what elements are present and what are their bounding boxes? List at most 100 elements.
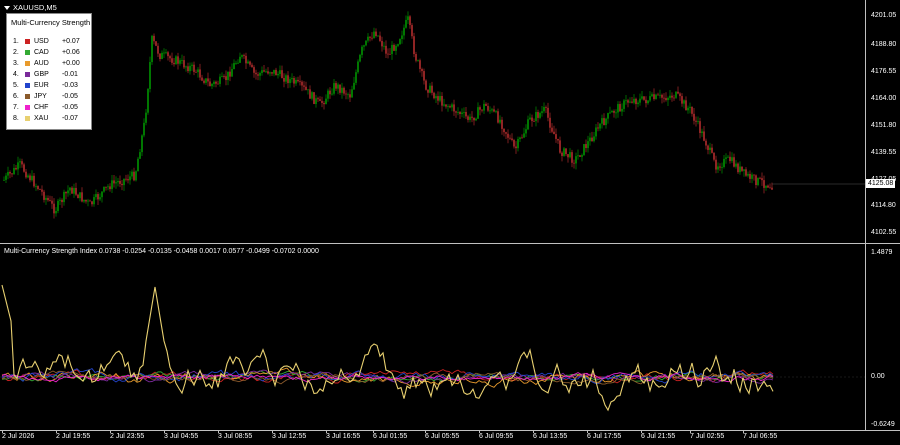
candle-body — [657, 94, 659, 96]
candle-body — [731, 157, 733, 162]
candle-body — [675, 91, 677, 98]
candle-body — [31, 175, 33, 181]
candle-body — [111, 180, 113, 190]
candle-body — [321, 100, 323, 103]
candle-body — [379, 35, 381, 41]
candle-body — [651, 94, 653, 97]
candle-body — [45, 197, 47, 200]
candle-body — [231, 69, 233, 77]
indicator-panel[interactable] — [0, 246, 865, 429]
candle-body — [709, 147, 711, 150]
candle-body — [613, 110, 615, 113]
legend-color-swatch — [25, 82, 30, 88]
candle-body — [199, 69, 201, 78]
candle-body — [407, 16, 409, 20]
candle-body — [593, 136, 595, 142]
candle-body — [519, 137, 521, 140]
candle-body — [571, 152, 573, 163]
candle-body — [117, 180, 119, 183]
candle-body — [621, 108, 623, 112]
time-label: 6 Jul 05:55 — [425, 433, 460, 440]
candle-body — [139, 152, 141, 159]
candle-body — [21, 161, 23, 165]
time-label: 3 Jul 12:55 — [272, 433, 307, 440]
candle-body — [15, 167, 17, 170]
candle-body — [223, 76, 225, 77]
time-label: 2 Jul 2026 — [2, 433, 35, 440]
candle-body — [767, 185, 769, 188]
candle-body — [475, 118, 477, 121]
candle-body — [93, 197, 95, 205]
candle-body — [751, 174, 753, 179]
candle-body — [487, 105, 489, 111]
candle-body — [673, 97, 675, 99]
candle-body — [585, 144, 587, 149]
candle-body — [283, 78, 285, 82]
candle-body — [441, 95, 443, 106]
currency-strength-legend[interactable]: Multi-Currency Strength 1. USD +0.07 2. CAD +… — [6, 13, 92, 130]
candle-body — [85, 199, 87, 202]
panel-separator[interactable] — [0, 243, 900, 244]
candle-body — [181, 60, 183, 61]
candle-body — [37, 186, 39, 190]
candle-body — [605, 118, 607, 126]
candle-body — [717, 166, 719, 170]
candle-body — [435, 96, 437, 99]
price-label: 4201.05 — [871, 12, 897, 19]
candle-body — [693, 113, 695, 121]
candle-body — [409, 16, 411, 26]
candle-body — [725, 157, 727, 159]
candle-body — [95, 194, 97, 198]
candle-body — [235, 62, 237, 64]
strength-line-xau — [1, 284, 774, 412]
candle-body — [501, 119, 503, 129]
legend-value: -0.07 — [62, 114, 78, 122]
legend-currency: CHF — [34, 103, 49, 111]
candle-body — [333, 83, 335, 94]
price-chart[interactable] — [0, 0, 865, 243]
candle-body — [215, 81, 217, 84]
candle-body — [647, 100, 649, 104]
candle-body — [503, 128, 505, 133]
candle-body — [211, 83, 213, 87]
symbol-label: XAUUSD,M5 — [13, 3, 57, 12]
candle-body — [755, 175, 757, 186]
candle-body — [671, 95, 673, 98]
legend-value: +0.07 — [62, 37, 80, 45]
candle-body — [101, 191, 103, 198]
price-label: 4188.80 — [871, 41, 897, 48]
time-label: 2 Jul 19:55 — [56, 433, 91, 440]
candle-body — [183, 60, 185, 68]
candle-body — [365, 40, 367, 46]
candle-body — [599, 123, 601, 129]
candle-body — [589, 137, 591, 142]
candle-body — [53, 203, 55, 214]
candle-body — [23, 164, 25, 172]
candle-body — [147, 89, 149, 113]
candle-body — [297, 79, 299, 82]
dropdown-arrow-icon[interactable] — [4, 5, 10, 10]
candle-body — [469, 116, 471, 120]
candle-body — [363, 45, 365, 47]
legend-value: -0.05 — [62, 103, 78, 111]
legend-rank: 4. — [13, 70, 19, 78]
candle-body — [741, 166, 743, 171]
candle-body — [133, 171, 135, 181]
legend-rank: 6. — [13, 92, 19, 100]
candle-body — [347, 94, 349, 96]
legend-value: -0.05 — [62, 92, 78, 100]
candle-body — [401, 35, 403, 39]
candle-body — [345, 93, 347, 95]
candle-body — [29, 175, 31, 181]
time-label: 2 Jul 23:55 — [110, 433, 145, 440]
candle-body — [609, 112, 611, 114]
candle-body — [237, 62, 239, 64]
candle-body — [743, 169, 745, 171]
candle-body — [759, 177, 761, 179]
candle-body — [403, 27, 405, 36]
candle-body — [543, 107, 545, 112]
scale-separator — [865, 0, 866, 430]
candle-body — [5, 175, 7, 180]
candle-body — [203, 80, 205, 83]
candle-body — [389, 53, 391, 55]
